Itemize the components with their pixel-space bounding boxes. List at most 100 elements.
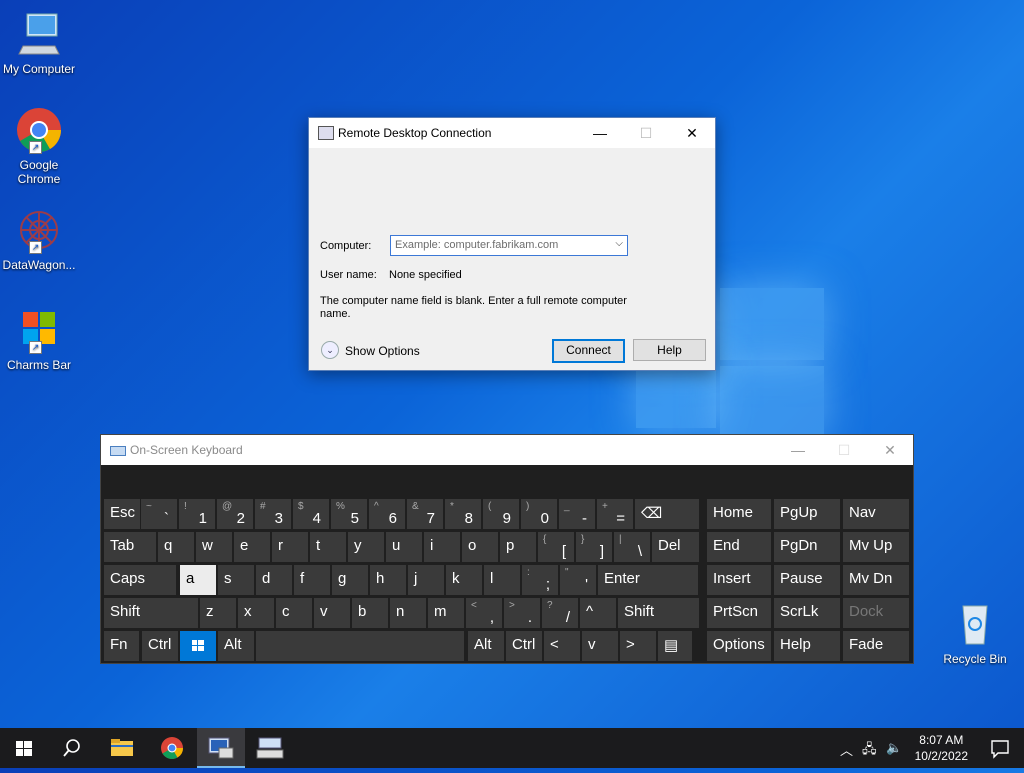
key-t[interactable]: t [310,532,346,562]
clock[interactable]: 8:07 AM 10/2/2022 [915,732,968,764]
help-button[interactable]: Help [633,339,706,361]
key-h[interactable]: h [370,565,406,595]
key-home[interactable]: Home [707,499,771,529]
key-][interactable]: }] [576,532,612,562]
key--[interactable]: _ - [559,499,595,529]
key-'[interactable]: " ' [560,565,596,595]
search-button[interactable] [48,728,96,768]
maximize-button[interactable]: ☐ [821,435,867,465]
key->[interactable]: > [620,631,656,661]
desktop-icon-recycle-bin[interactable]: Recycle Bin [936,600,1014,666]
key-n[interactable]: n [390,598,426,628]
key-l[interactable]: l [484,565,520,595]
desktop-icon-my-computer[interactable]: My Computer [0,10,78,76]
key-.[interactable]: >. [504,598,540,628]
taskbar-chrome[interactable] [148,728,196,768]
key-end[interactable]: End [707,532,771,562]
key-u[interactable]: u [386,532,422,562]
key-shift[interactable]: Shift [618,598,699,628]
key-help[interactable]: Help [774,631,840,661]
key-,[interactable]: <, [466,598,502,628]
connect-button[interactable]: Connect [552,339,625,363]
key-q[interactable]: q [158,532,194,562]
notifications-button[interactable] [976,728,1024,768]
key-caps[interactable]: Caps [104,565,176,595]
key-r[interactable]: r [272,532,308,562]
key-p[interactable]: p [500,532,536,562]
key-o[interactable]: o [462,532,498,562]
key-mv-dn[interactable]: Mv Dn [843,565,909,595]
key-b[interactable]: b [352,598,388,628]
key-options[interactable]: Options [707,631,771,661]
minimize-button[interactable]: — [577,118,623,148]
minimize-button[interactable]: — [775,435,821,465]
taskbar-remote-desktop[interactable] [197,728,245,768]
key-9[interactable]: (9 [483,499,519,529]
maximize-button[interactable]: ☐ [623,118,669,148]
desktop-icon-google-chrome[interactable]: ↗ Google Chrome [0,106,78,186]
key-⌫[interactable]: ⌫ [635,499,699,529]
key-tab[interactable]: Tab [104,532,156,562]
desktop-icon-datawagon[interactable]: ↗ DataWagon... [0,206,78,272]
key-v[interactable]: v [582,631,618,661]
key-^[interactable]: ^ [580,598,616,628]
key-space[interactable] [256,631,464,661]
key-windows[interactable] [180,631,216,661]
key-w[interactable]: w [196,532,232,562]
key-8[interactable]: * 8 [445,499,481,529]
key-1[interactable]: ! 1 [179,499,215,529]
key-<[interactable]: < [544,631,580,661]
key-esc[interactable]: Esc [104,499,140,529]
key-f[interactable]: f [294,565,330,595]
key-pgup[interactable]: PgUp [774,499,840,529]
network-icon[interactable]: 🖧 [862,740,877,762]
chevron-up-icon[interactable]: ︿ [840,740,853,759]
key-g[interactable]: g [332,565,368,595]
key-y[interactable]: y [348,532,384,562]
key-▤[interactable]: ▤ [658,631,692,661]
key-prtscn[interactable]: PrtScn [707,598,771,628]
key-e[interactable]: e [234,532,270,562]
key-[[interactable]: {[ [538,532,574,562]
key-0[interactable]: ) 0 [521,499,557,529]
key-c[interactable]: c [276,598,312,628]
key-pgdn[interactable]: PgDn [774,532,840,562]
close-button[interactable]: ✕ [867,435,913,465]
desktop-icon-charms-bar[interactable]: ↗ Charms Bar [0,306,78,372]
key-v[interactable]: v [314,598,350,628]
key-z[interactable]: z [200,598,236,628]
key-k[interactable]: k [446,565,482,595]
key-shift[interactable]: Shift [104,598,198,628]
key-fade[interactable]: Fade [843,631,909,661]
key-4[interactable]: $4 [293,499,329,529]
close-button[interactable]: ✕ [669,118,715,148]
key-3[interactable]: #3 [255,499,291,529]
key-d[interactable]: d [256,565,292,595]
volume-icon[interactable]: 🔈 [886,740,902,756]
title-bar[interactable]: Remote Desktop Connection — ☐ ✕ [309,118,715,148]
key-scrlk[interactable]: ScrLk [774,598,840,628]
osk-title-bar[interactable]: On-Screen Keyboard — ☐ ✕ [101,435,913,465]
key-2[interactable]: @2 [217,499,253,529]
expand-options-icon[interactable]: ⌄ [321,341,339,359]
chevron-down-icon[interactable]: ⌵ [615,238,623,249]
key-x[interactable]: x [238,598,274,628]
key-;[interactable]: :; [522,565,558,595]
key-del[interactable]: Del [652,532,699,562]
key-s[interactable]: s [218,565,254,595]
key-fn[interactable]: Fn [104,631,139,661]
key-7[interactable]: & 7 [407,499,443,529]
computer-combobox[interactable]: Example: computer.fabrikam.com ⌵ [390,235,628,256]
key-enter[interactable]: Enter [598,565,698,595]
key-m[interactable]: m [428,598,464,628]
show-options-link[interactable]: Show Options [345,344,420,358]
start-button[interactable] [0,728,48,768]
taskbar-on-screen-keyboard[interactable] [246,728,294,768]
key-6[interactable]: ^ 6 [369,499,405,529]
key-insert[interactable]: Insert [707,565,771,595]
key-i[interactable]: i [424,532,460,562]
key-ctrl[interactable]: Ctrl [142,631,178,661]
key-dock[interactable]: Dock [843,598,909,628]
key-ctrl[interactable]: Ctrl [506,631,542,661]
key-alt[interactable]: Alt [468,631,504,661]
